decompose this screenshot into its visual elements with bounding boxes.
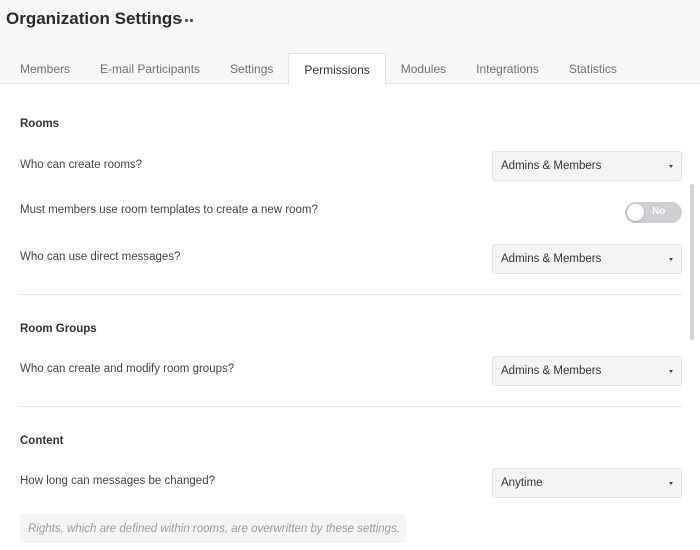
dot <box>184 18 188 22</box>
chevron-down-icon <box>669 481 673 485</box>
tab-modules[interactable]: Modules <box>386 53 461 84</box>
create-rooms-value: Admins & Members <box>501 160 602 172</box>
create-rooms-label: Who can create rooms? <box>20 159 143 171</box>
message-change-label: How long can messages be changed? <box>20 475 215 487</box>
direct-messages-label: Who can use direct messages? <box>20 251 181 263</box>
message-change-value: Anytime <box>501 477 543 489</box>
modify-groups-label: Who can create and modify room groups? <box>20 363 235 375</box>
chevron-down-icon <box>669 164 673 168</box>
tab-settings[interactable]: Settings <box>215 53 288 84</box>
direct-messages-value: Admins & Members <box>501 253 602 265</box>
tab-members[interactable]: Members <box>0 53 85 84</box>
section-title-room-groups: Room Groups <box>20 323 97 335</box>
room-templates-toggle[interactable]: No <box>625 202 682 223</box>
tab-statistics[interactable]: Statistics <box>554 53 632 84</box>
dot <box>179 18 182 22</box>
chevron-down-icon <box>669 369 673 373</box>
create-rooms-select[interactable]: Admins & Members <box>492 151 682 181</box>
tab-integrations[interactable]: Integrations <box>461 53 554 84</box>
section-title-content: Content <box>20 435 64 447</box>
toggle-label: No <box>652 206 666 217</box>
room-templates-label: Must members use room templates to creat… <box>20 204 318 216</box>
message-change-select[interactable]: Anytime <box>492 468 682 498</box>
dot <box>190 18 193 22</box>
toggle-knob <box>627 204 644 221</box>
page-title: Organization Settings <box>6 9 182 28</box>
vertical-scrollbar[interactable] <box>690 184 694 340</box>
page-header: Organization Settings Members E-mail Par… <box>0 0 700 85</box>
tab-permissions[interactable]: Permissions <box>288 53 386 85</box>
modify-groups-select[interactable]: Admins & Members <box>492 356 682 386</box>
settings-tabs: Members E-mail Participants Settings Per… <box>0 53 632 85</box>
section-divider <box>20 294 682 295</box>
info-note-text: Rights, which are defined within rooms, … <box>28 522 401 535</box>
tab-email-participants[interactable]: E-mail Participants <box>85 53 215 84</box>
modify-groups-value: Admins & Members <box>501 365 602 377</box>
chevron-down-icon <box>669 257 673 261</box>
direct-messages-select[interactable]: Admins & Members <box>492 244 682 274</box>
info-note: Rights, which are defined within rooms, … <box>20 514 406 543</box>
more-options-icon[interactable] <box>177 12 195 28</box>
section-divider <box>20 406 682 407</box>
section-title-rooms: Rooms <box>20 118 59 130</box>
